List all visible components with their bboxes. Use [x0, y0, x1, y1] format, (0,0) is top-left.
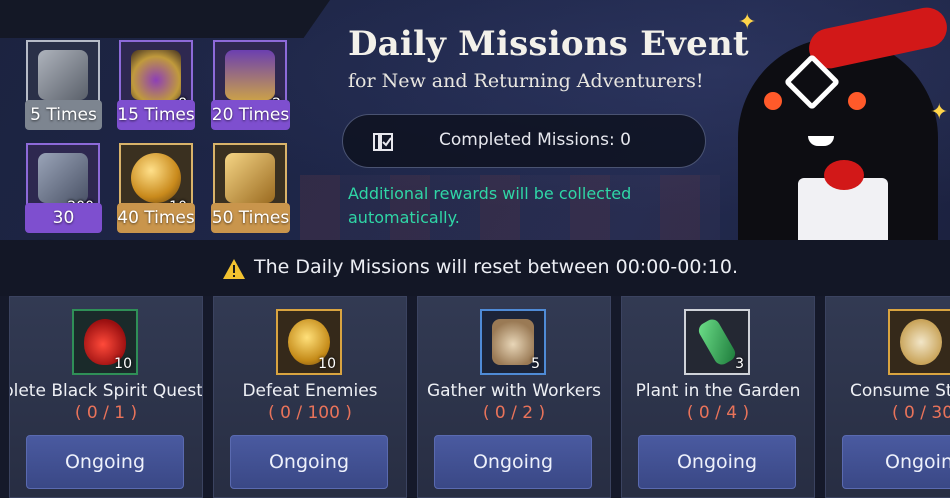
checklist-icon: [371, 130, 395, 154]
mission-reward-slot[interactable]: 3: [684, 309, 750, 375]
golden-orb-icon: [131, 153, 181, 203]
reward-times-label: 50 Times: [211, 203, 290, 233]
reward-times-label: 40 Times: [117, 203, 195, 233]
sparkle-icon: ✦: [738, 10, 757, 35]
event-subtitle: for New and Returning Adventurers!: [348, 70, 704, 92]
mission-card: 5 Gather with Workers ( 0 / 2 ) Ongoing: [417, 296, 611, 498]
mission-name: Consume St: [850, 381, 950, 401]
warning-icon: [222, 258, 246, 280]
silver-chest-icon: [38, 50, 88, 100]
mission-name: Gather with Workers: [426, 381, 602, 401]
reset-notice: The Daily Missions will reset between 00…: [0, 240, 950, 296]
mission-progress: ( 0 / 30: [892, 403, 950, 423]
mission-name: Defeat Enemies: [242, 381, 378, 401]
mission-progress: ( 0 / 100 ): [268, 403, 352, 423]
golden-key-icon: [225, 153, 275, 203]
ongoing-button[interactable]: Ongoin: [842, 435, 950, 489]
mission-name: Plant in the Garden: [635, 381, 801, 401]
reward-times-label: 15 Times: [117, 100, 195, 130]
ongoing-button[interactable]: Ongoing: [26, 435, 184, 489]
reset-notice-text: The Daily Missions will reset between 00…: [254, 256, 739, 278]
gift-box-icon: [798, 160, 888, 240]
green-potion-icon: [695, 316, 739, 368]
mission-reward-slot[interactable]: 10: [276, 309, 342, 375]
bowl-icon: [900, 319, 942, 365]
auto-collect-note: Additional rewards will be collected aut…: [348, 184, 632, 227]
completed-missions-count: Completed Missions: 0: [439, 130, 631, 150]
ongoing-button[interactable]: Ongoing: [638, 435, 796, 489]
sparkle-icon: ✦: [930, 100, 949, 125]
mission-progress: ( 0 / 1 ): [74, 403, 138, 423]
mascot-eye: [764, 92, 782, 110]
reward-times-label: 30 Times: [25, 203, 102, 240]
ongoing-button[interactable]: Ongoing: [230, 435, 388, 489]
bow-icon: [824, 160, 864, 190]
mission-reward-slot[interactable]: 5: [480, 309, 546, 375]
reward-times-label: 20 Times: [211, 100, 290, 130]
completed-missions-bar: Completed Missions: 0: [342, 114, 706, 168]
mascot-eye: [848, 92, 866, 110]
treasure-chest-icon: [225, 50, 275, 100]
reward-times-label: 5 Times: [25, 100, 102, 130]
scroll-icon: [38, 153, 88, 203]
event-title: Daily Missions Event: [348, 24, 749, 64]
ongoing-button[interactable]: Ongoing: [434, 435, 592, 489]
mission-card: 10 Complete Black Spirit Quest ( 0 / 1 )…: [9, 296, 203, 498]
event-banner: 5 Times 8 15 Times 2 20 Times 200 30 Tim…: [0, 0, 950, 240]
top-dark-bar: [0, 0, 330, 38]
mission-reward-slot[interactable]: 10: [72, 309, 138, 375]
pouch-icon: [131, 50, 181, 100]
mission-reward-slot[interactable]: [888, 309, 950, 375]
mission-card: 10 Defeat Enemies ( 0 / 100 ) Ongoing: [213, 296, 407, 498]
mission-name: Complete Black Spirit Quest: [10, 381, 202, 401]
mission-card: 3 Plant in the Garden ( 0 / 4 ) Ongoing: [621, 296, 815, 498]
black-spirit-mascot: [728, 3, 950, 240]
mission-progress: ( 0 / 2 ): [482, 403, 546, 423]
garlic-icon: [492, 319, 534, 365]
mission-progress: ( 0 / 4 ): [686, 403, 750, 423]
mission-card: Consume St ( 0 / 30 Ongoin: [825, 296, 950, 498]
